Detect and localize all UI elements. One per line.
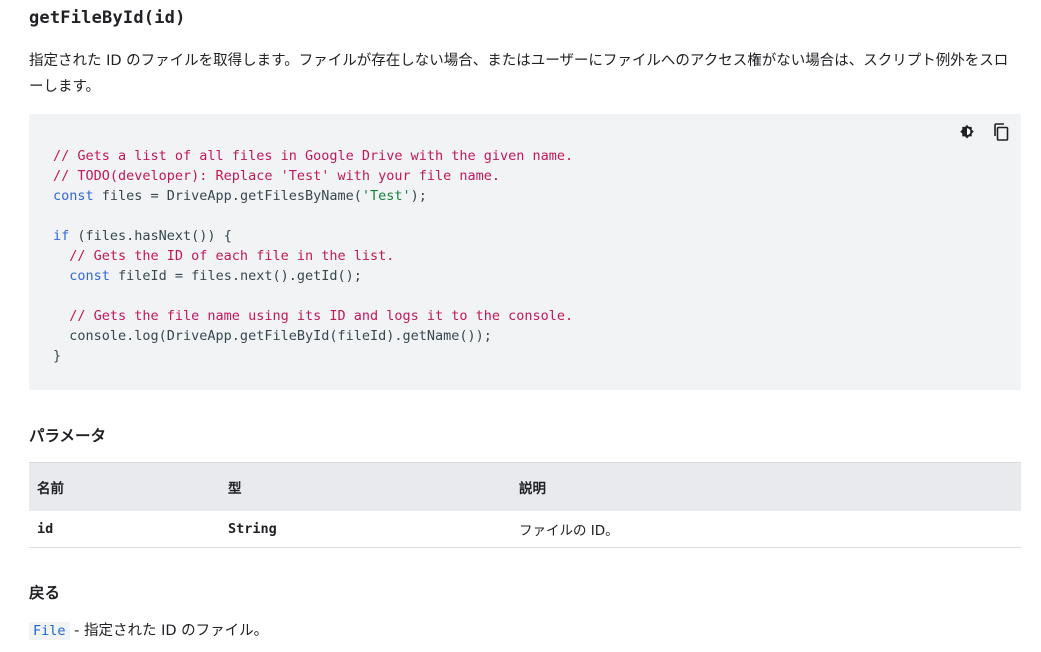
returns-line: File - 指定された ID のファイル。 [29,619,268,640]
code-toolbar [957,122,1011,142]
parameters-table: 名前 型 説明 id String ファイルの ID。 [29,462,1021,548]
code-keyword: if [53,228,70,244]
code-line: // TODO(developer): Replace 'Test' with … [53,168,501,184]
table-row: id String ファイルの ID。 [29,511,1021,548]
param-name: id [29,511,220,548]
code-keyword: const [53,188,94,204]
column-header-type: 型 [220,462,511,511]
code-line: // Gets a list of all files in Google Dr… [53,148,574,164]
code-text: (files.hasNext()) { [69,228,232,244]
code-line: } [53,348,62,364]
code-keyword: const [69,268,110,284]
code-line: // Gets the ID of each file in the list. [53,248,395,264]
code-block: // Gets a list of all files in Google Dr… [53,146,573,366]
return-type-link[interactable]: File [29,622,70,640]
method-description: 指定された ID のファイルを取得します。ファイルが存在しない場合、またはユーザ… [29,53,1009,95]
dark-mode-icon[interactable] [957,122,977,142]
copy-icon[interactable] [991,122,1011,142]
column-header-name: 名前 [29,462,220,511]
code-string: 'Test' [361,188,411,204]
param-description: ファイルの ID。 [511,511,1021,548]
parameters-heading: パラメータ [29,427,107,445]
code-text: files = DriveApp.getFilesByName( [93,188,362,204]
param-type: String [220,511,511,548]
column-header-description: 説明 [511,462,1021,511]
code-text: ); [410,188,427,204]
method-signature: getFileById(id) [29,8,186,28]
code-sample: // Gets a list of all files in Google Dr… [29,114,1021,390]
returns-heading: 戻る [29,584,61,602]
code-text: fileId = files.next().getId(); [109,268,362,284]
return-description: - 指定された ID のファイル。 [69,623,269,639]
code-line: // Gets the file name using its ID and l… [53,308,574,324]
code-line: console.log(DriveApp.getFileById(fileId)… [53,328,492,344]
table-header-row: 名前 型 説明 [29,462,1021,511]
